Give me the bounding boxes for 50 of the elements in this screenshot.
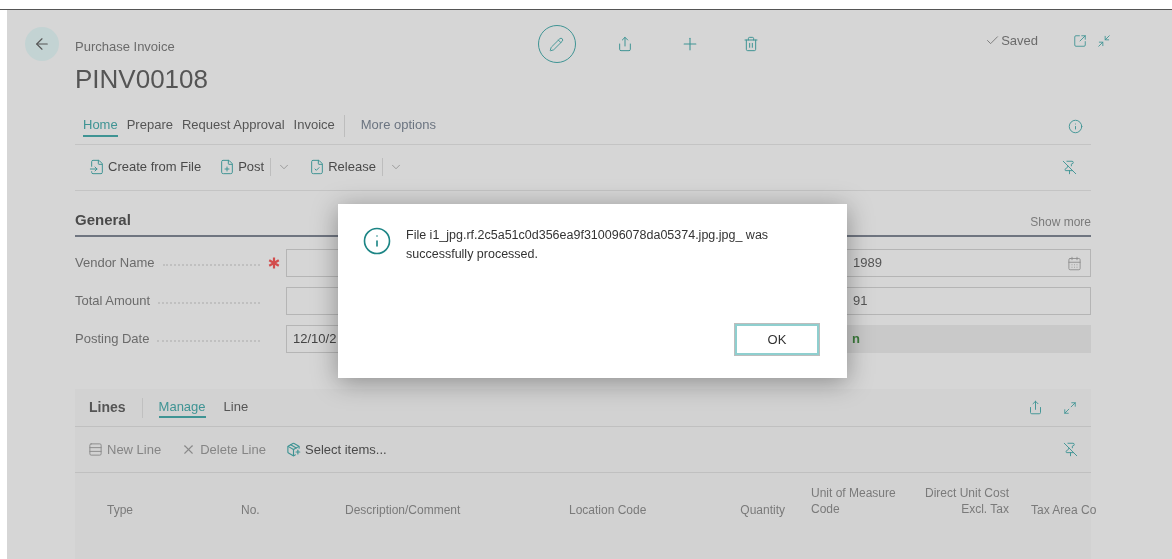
document-plus-icon	[219, 159, 236, 175]
box-plus-icon	[286, 442, 301, 457]
menu-tab[interactable]: Home	[83, 114, 118, 138]
section-title: General	[75, 209, 131, 230]
column-header[interactable]: No.	[241, 502, 260, 518]
page-caption: Purchase Invoice	[75, 38, 176, 56]
saved-status: Saved	[1001, 32, 1038, 50]
lines-action[interactable]: Select items...	[286, 439, 387, 460]
info-icon	[362, 226, 392, 256]
menu-tab[interactable]: Invoice	[293, 114, 335, 138]
column-header[interactable]: Location Code	[569, 502, 647, 518]
date-field[interactable]: 1989	[846, 249, 1091, 277]
column-header[interactable]: Description/Comment	[345, 502, 461, 518]
column-header[interactable]: Tax Area Co	[1031, 502, 1097, 518]
pencil-icon	[549, 36, 565, 52]
toolbar-action[interactable]: Create from File	[89, 157, 202, 177]
lines-title: Lines	[89, 398, 126, 417]
ok-button[interactable]: OK	[735, 324, 819, 355]
collapse-button[interactable]	[1096, 32, 1112, 49]
input-field[interactable]: 91	[846, 287, 1091, 315]
unpin-icon[interactable]	[1063, 442, 1078, 457]
show-more-link[interactable]: Show more	[1030, 213, 1091, 231]
delete-button[interactable]	[742, 35, 760, 53]
info-icon[interactable]	[1068, 118, 1083, 134]
document-icon	[89, 159, 105, 175]
more-options-tab[interactable]: More options	[360, 115, 436, 137]
open-new-window-button[interactable]	[1072, 32, 1088, 49]
calendar-icon[interactable]	[1067, 255, 1082, 271]
lines-tab[interactable]: Manage	[158, 396, 206, 419]
share-icon[interactable]	[1028, 400, 1043, 415]
back-button[interactable]	[25, 27, 59, 61]
toolbar-action[interactable]: Release	[309, 157, 376, 177]
field-label: Total Amount	[75, 292, 151, 311]
menu-tab[interactable]: Prepare	[126, 114, 173, 138]
toolbar-action[interactable]: Post	[219, 157, 265, 177]
expand-icon[interactable]	[1063, 400, 1077, 415]
dialog-message: File i1_jpg.rf.2c5a51c0d356ea9f310096078da05374.jpg.jpg_ was successfully processed.	[406, 227, 770, 263]
menu-tab[interactable]: Request Approval	[181, 114, 285, 138]
field-label: Vendor Name	[75, 254, 155, 273]
column-header[interactable]: Direct Unit Cost Excl. Tax	[909, 485, 1009, 517]
field-label: Posting Date	[75, 330, 150, 349]
column-header[interactable]: Quantity	[740, 502, 785, 518]
status-field: n	[846, 325, 1091, 353]
share-button[interactable]	[616, 35, 634, 53]
lines-tab[interactable]: Line	[223, 396, 249, 419]
document-check-icon	[309, 159, 326, 175]
unpin-icon[interactable]	[1062, 159, 1077, 175]
page-title: PINV00108	[75, 62, 208, 95]
column-header[interactable]: Type	[107, 502, 133, 518]
column-header[interactable]: Unit of Measure Code	[811, 485, 901, 517]
